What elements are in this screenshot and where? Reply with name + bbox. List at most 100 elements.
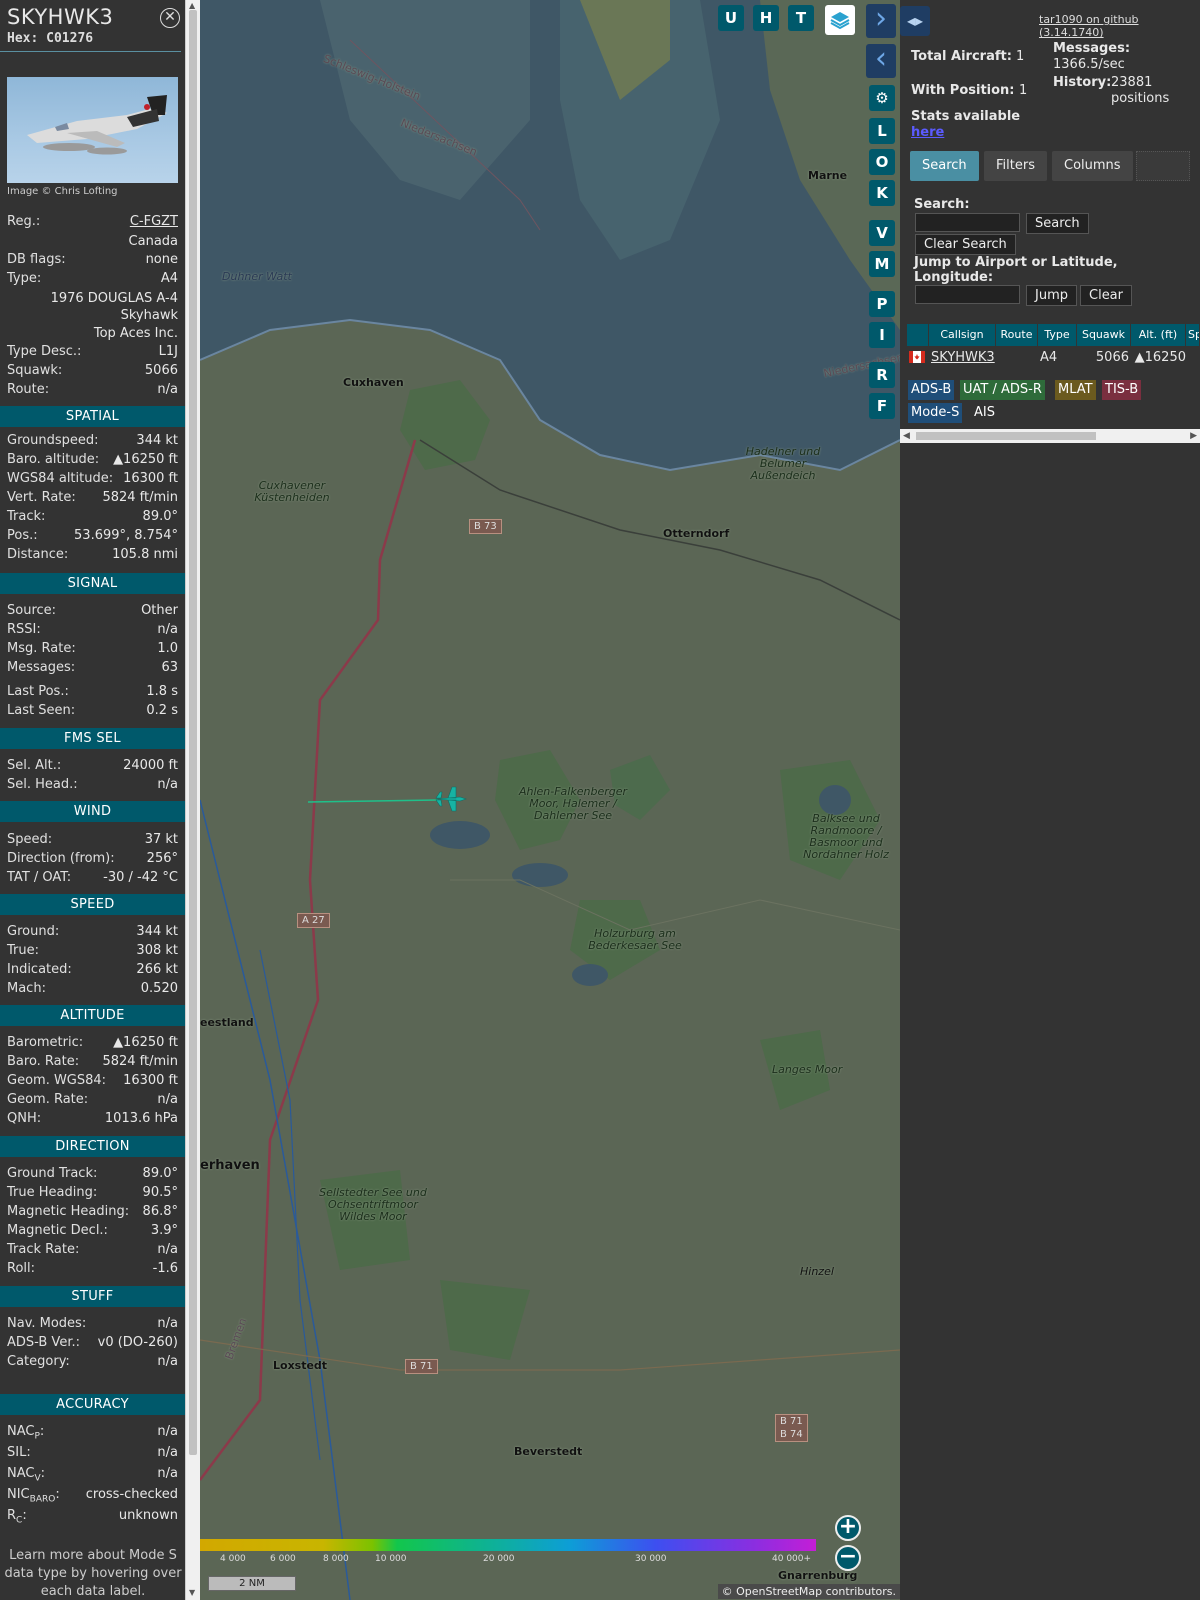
sidebar-scrollbar[interactable]: ▲ ▼ bbox=[185, 0, 200, 1600]
aircraft-list-panel: ◂▸ tar1090 on github (3.14.1740) Total A… bbox=[900, 0, 1200, 1600]
signal-value: n/a bbox=[157, 622, 178, 637]
direction-value: -1.6 bbox=[152, 1261, 178, 1276]
altitude-legend-label: 30 000 bbox=[635, 1554, 667, 1564]
fms-row: Sel. Alt.: 24000 ft bbox=[7, 758, 178, 776]
map-button-i[interactable]: I bbox=[869, 322, 895, 348]
zoom-out-icon[interactable]: − bbox=[835, 1545, 861, 1571]
settings-gear-icon[interactable]: ⚙ bbox=[869, 85, 895, 111]
speed-label: Indicated: bbox=[7, 962, 72, 977]
accuracy-value: n/a bbox=[157, 1424, 178, 1439]
table-scrollbar-thumb[interactable] bbox=[916, 432, 1096, 440]
wind-value: -30 / -42 °C bbox=[103, 870, 178, 885]
map-place-label: Loxstedt bbox=[273, 1359, 328, 1372]
scroll-up-icon[interactable]: ▲ bbox=[189, 1, 195, 10]
tab-search[interactable]: Search bbox=[910, 151, 979, 181]
table-horizontal-scrollbar[interactable]: ◀ ▶ bbox=[900, 429, 1200, 443]
clear-search-button[interactable]: Clear Search bbox=[915, 234, 1016, 255]
scroll-down-icon[interactable]: ▼ bbox=[189, 1588, 195, 1597]
version-link[interactable]: tar1090 on github (3.14.1740) bbox=[1039, 13, 1200, 39]
tab-filters[interactable]: Filters bbox=[984, 151, 1047, 181]
map-button-p[interactable]: P bbox=[869, 291, 895, 317]
column-speed[interactable]: Sp bbox=[1186, 324, 1200, 346]
spatial-value: 16300 ft bbox=[123, 471, 178, 486]
altitude-value: n/a bbox=[157, 1092, 178, 1107]
search-button[interactable]: Search bbox=[1026, 213, 1089, 234]
signal-row: Msg. Rate: 1.0 bbox=[7, 641, 178, 659]
type-value: A4 bbox=[160, 271, 178, 286]
aircraft-photo[interactable] bbox=[7, 77, 178, 183]
map-button-h[interactable]: H bbox=[753, 5, 779, 31]
map-button-l[interactable]: L bbox=[869, 118, 895, 144]
layers-icon[interactable] bbox=[825, 5, 855, 35]
direction-value: 89.0° bbox=[142, 1166, 178, 1181]
map-button-f[interactable]: F bbox=[869, 393, 895, 419]
section-accuracy: ACCURACY bbox=[0, 1394, 185, 1415]
fms-label: Sel. Head.: bbox=[7, 777, 78, 792]
column-callsign[interactable]: Callsign bbox=[929, 324, 996, 346]
column-altitude[interactable]: Alt. (ft) bbox=[1131, 324, 1186, 346]
map-button-o[interactable]: O bbox=[869, 149, 895, 175]
row-callsign-link[interactable]: SKYHWK3 bbox=[931, 348, 995, 368]
signal-label: RSSI: bbox=[7, 622, 41, 637]
spatial-label: Pos.: bbox=[7, 528, 38, 543]
resize-panel-icon[interactable]: ◂▸ bbox=[900, 6, 930, 36]
scroll-left-icon[interactable]: ◀ bbox=[903, 429, 910, 443]
accuracy-row: SIL: n/a bbox=[7, 1445, 178, 1463]
clear-jump-button[interactable]: Clear bbox=[1080, 285, 1132, 306]
map-view[interactable]: Cuxhaven Otterndorf Marne Loxstedt Beversted… bbox=[200, 0, 900, 1600]
spatial-value: ▲16250 ft bbox=[113, 452, 178, 467]
with-position-label: With Position: bbox=[911, 83, 1015, 98]
signal-label: Msg. Rate: bbox=[7, 641, 76, 656]
map-place-label: Hinzel bbox=[800, 1265, 834, 1278]
search-input[interactable] bbox=[915, 213, 1020, 232]
stuff-value: n/a bbox=[157, 1316, 178, 1331]
accuracy-row: NICBARO: cross-checked bbox=[7, 1487, 178, 1505]
type-long-line1: 1976 DOUGLAS A-4 bbox=[50, 291, 178, 306]
jump-input[interactable] bbox=[915, 285, 1020, 304]
history-value: 23881 positions bbox=[1111, 75, 1170, 106]
wind-row: TAT / OAT: -30 / -42 °C bbox=[7, 870, 178, 888]
map-place-label: Cuxhaven bbox=[343, 376, 404, 389]
close-icon[interactable]: ✕ bbox=[160, 8, 180, 28]
column-type[interactable]: Type bbox=[1038, 324, 1077, 346]
wind-label: TAT / OAT: bbox=[7, 870, 72, 885]
scale-bar: 2 NM bbox=[208, 1576, 296, 1591]
road-shield-label: B 71 B 74 bbox=[775, 1414, 808, 1442]
road-shield-label: A 27 bbox=[297, 913, 330, 928]
spatial-row: Baro. altitude: ▲16250 ft bbox=[7, 452, 178, 470]
map-button-t[interactable]: T bbox=[788, 5, 814, 31]
wind-row: Direction (from): 256° bbox=[7, 851, 178, 869]
stats-link[interactable]: here bbox=[911, 125, 944, 140]
column-squawk[interactable]: Squawk bbox=[1077, 324, 1131, 346]
expand-right-icon[interactable]: › bbox=[866, 4, 896, 38]
spatial-row: Distance: 105.8 nmi bbox=[7, 547, 178, 565]
column-route[interactable]: Route bbox=[996, 324, 1038, 346]
signal-row: Last Pos.: 1.8 s bbox=[7, 684, 178, 702]
signal-row: Source: Other bbox=[7, 603, 178, 621]
jump-button[interactable]: Jump bbox=[1026, 285, 1077, 306]
map-button-m[interactable]: M bbox=[869, 251, 895, 277]
aircraft-marker-icon[interactable] bbox=[435, 786, 467, 812]
altitude-value: 1013.6 hPa bbox=[104, 1111, 178, 1126]
scroll-right-icon[interactable]: ▶ bbox=[1190, 429, 1197, 443]
altitude-row: Geom. Rate: n/a bbox=[7, 1092, 178, 1110]
accuracy-row: RC: unknown bbox=[7, 1508, 178, 1526]
column-flag[interactable] bbox=[907, 324, 929, 346]
tab-spacer bbox=[1136, 151, 1190, 181]
map-button-u[interactable]: U bbox=[718, 5, 744, 31]
map-attribution[interactable]: © OpenStreetMap contributors. bbox=[717, 1584, 900, 1599]
collapse-left-icon[interactable]: ‹ bbox=[866, 44, 896, 78]
reg-link[interactable]: C-FGZT bbox=[130, 214, 178, 229]
map-button-v[interactable]: V bbox=[869, 220, 895, 246]
altitude-value: ▲16250 ft bbox=[113, 1035, 178, 1050]
map-button-k[interactable]: K bbox=[869, 180, 895, 206]
total-aircraft-value: 1 bbox=[1016, 49, 1025, 64]
tab-columns[interactable]: Columns bbox=[1052, 151, 1133, 181]
signal-row: Messages: 63 bbox=[7, 660, 178, 678]
spatial-label: Track: bbox=[7, 509, 46, 524]
map-button-r[interactable]: R bbox=[869, 362, 895, 388]
zoom-in-icon[interactable]: + bbox=[835, 1515, 861, 1541]
fms-label: Sel. Alt.: bbox=[7, 758, 62, 773]
sidebar-scrollbar-thumb[interactable] bbox=[189, 10, 197, 1455]
speed-label: Mach: bbox=[7, 981, 46, 996]
